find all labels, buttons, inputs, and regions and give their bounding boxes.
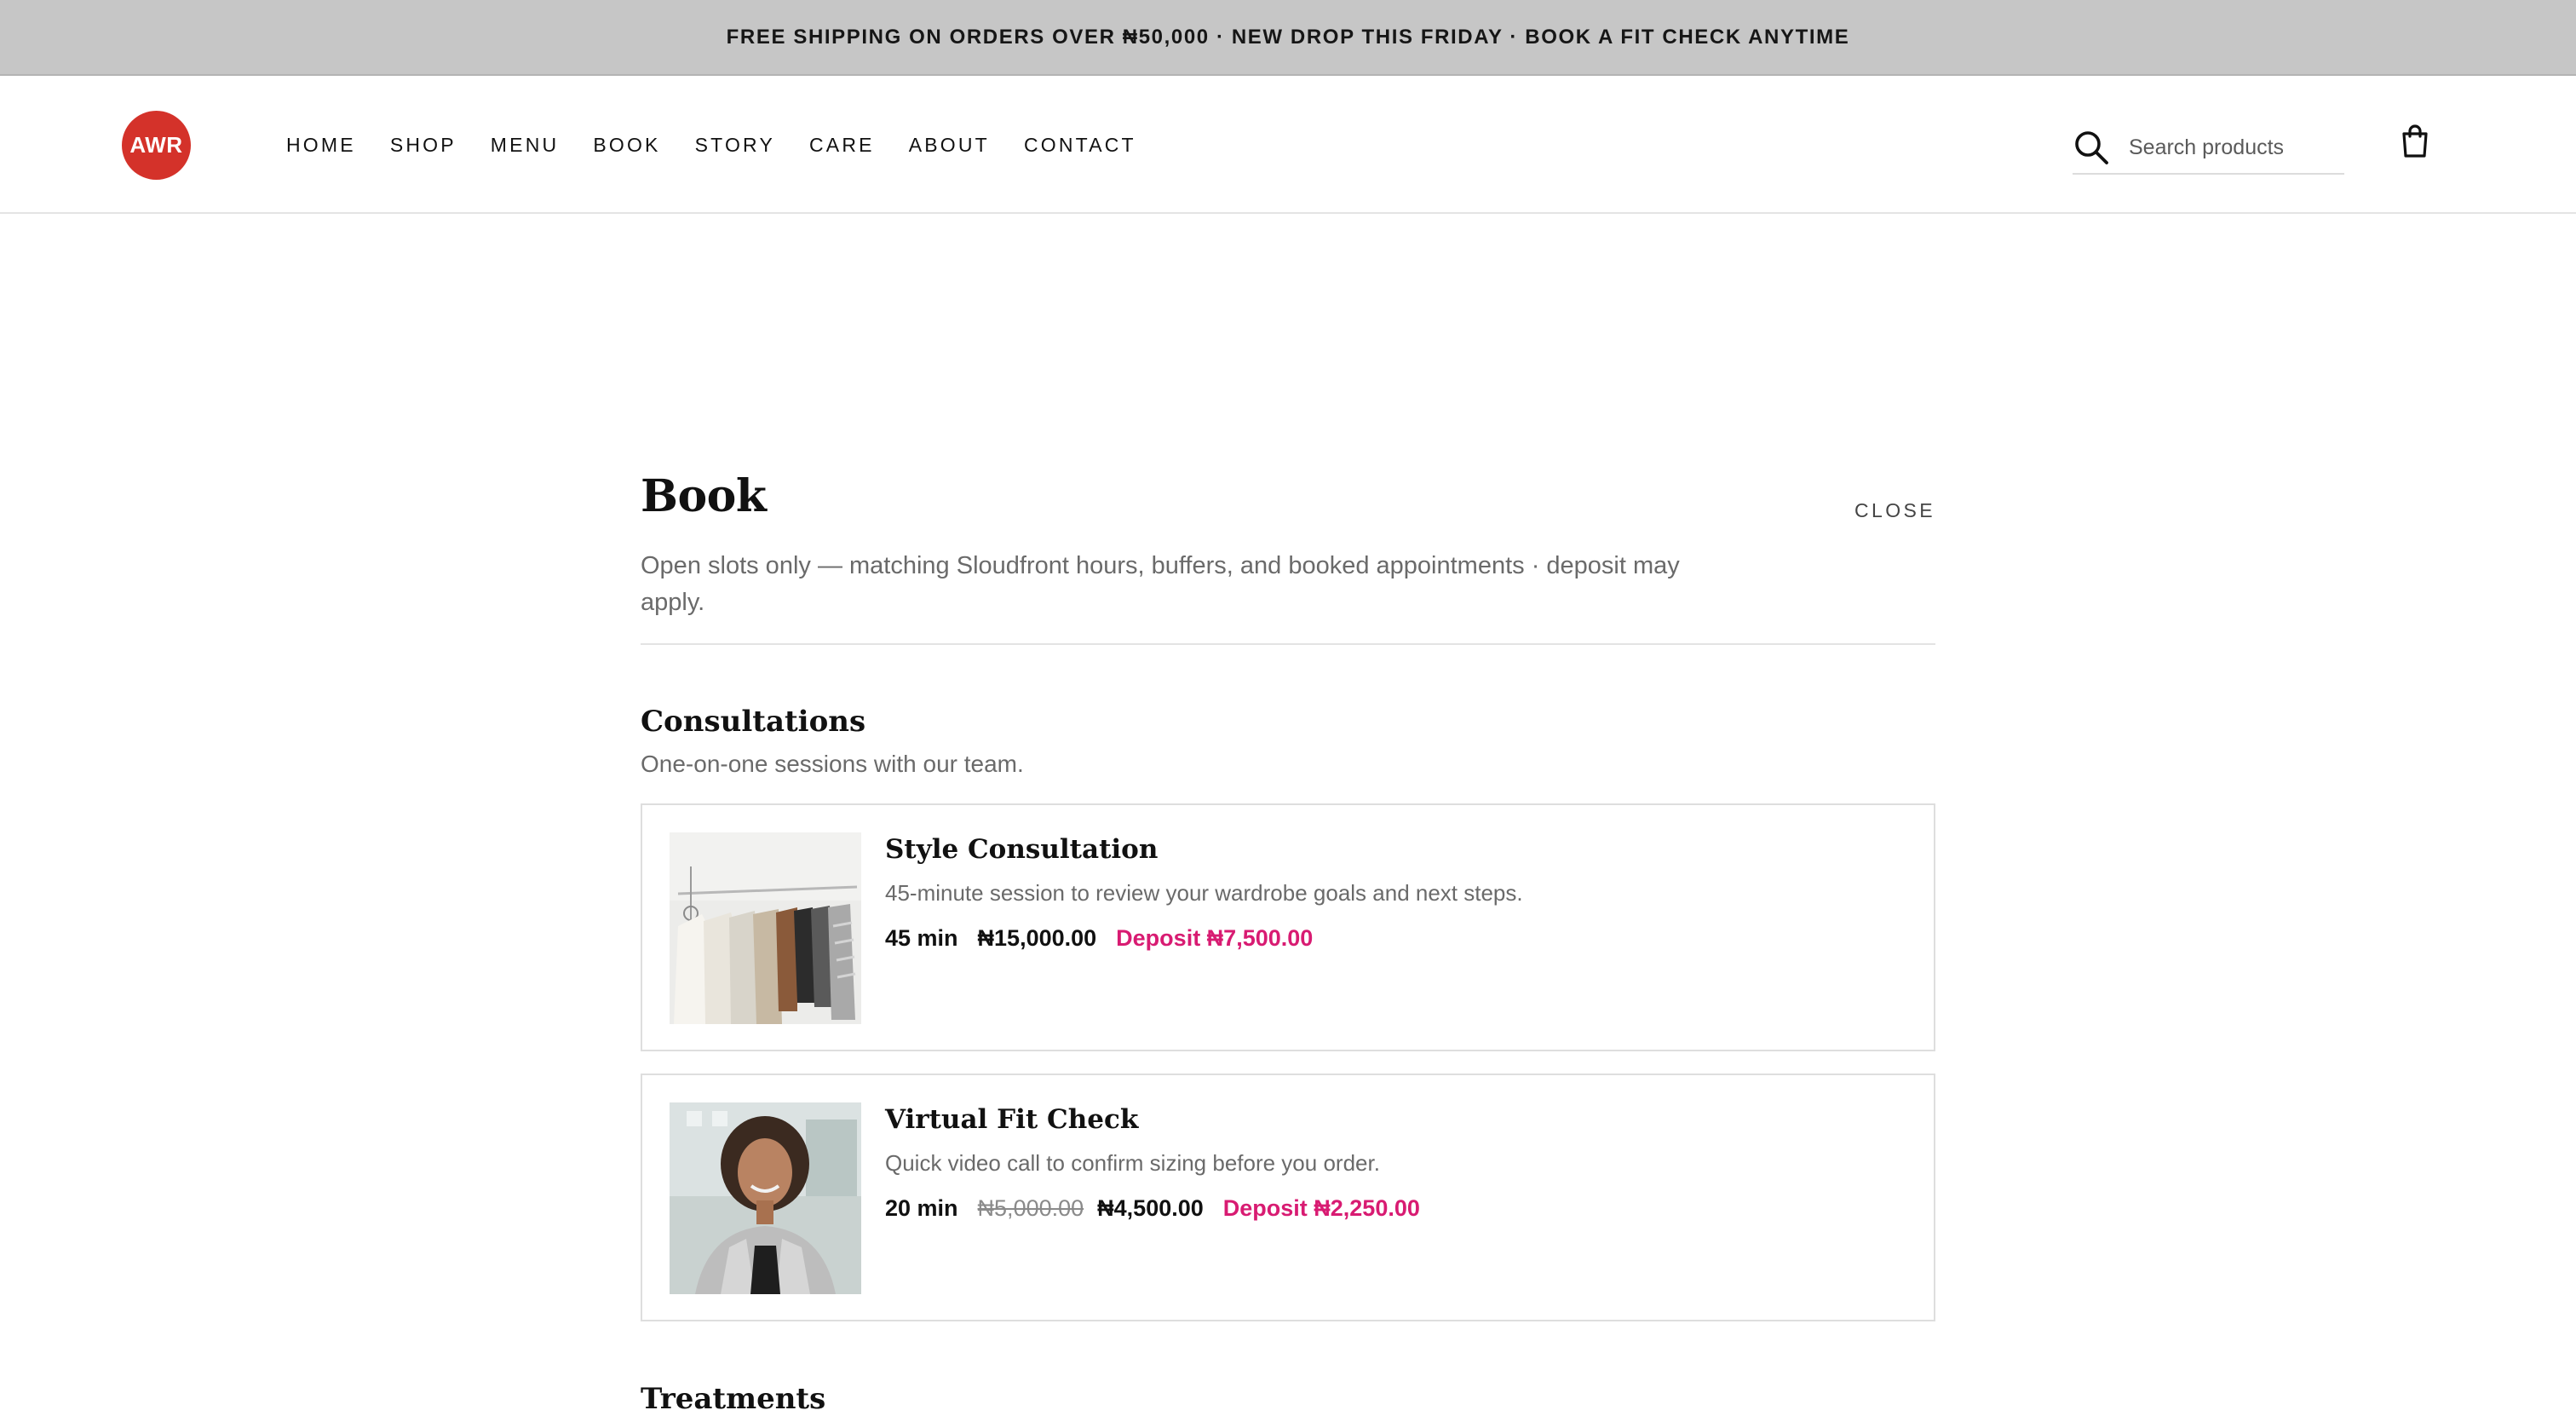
nav-care[interactable]: CARE — [809, 134, 875, 157]
service-duration: 45 min — [885, 925, 958, 951]
service-description: 45-minute session to review your wardrob… — [885, 880, 1523, 906]
page-title: Book — [641, 470, 767, 522]
service-duration: 20 min — [885, 1195, 958, 1221]
logo[interactable]: AWR — [122, 111, 191, 180]
service-meta: 45 min ₦15,000.00 Deposit ₦7,500.00 — [885, 925, 1523, 952]
search-input[interactable] — [2129, 135, 2342, 160]
service-details: Style Consultation 45-minute session to … — [885, 834, 1523, 952]
nav-story[interactable]: STORY — [695, 134, 775, 157]
search-icon[interactable] — [2073, 129, 2110, 166]
booking-subtitle: Open slots only — matching Sloudfront ho… — [641, 552, 1680, 616]
nav-menu[interactable]: MENU — [491, 134, 560, 157]
service-name: Virtual Fit Check — [885, 1104, 1139, 1135]
service-card-style-consultation[interactable]: Style Consultation 45-minute session to … — [641, 803, 1935, 1051]
nav-book[interactable]: BOOK — [593, 134, 660, 157]
site-header: AWR HOME SHOP MENU BOOK STORY CARE ABOUT… — [0, 76, 2576, 214]
nav-home[interactable]: HOME — [286, 134, 356, 157]
service-details: Virtual Fit Check Quick video call to co… — [885, 1104, 1440, 1222]
service-price: ₦15,000.00 — [977, 925, 1097, 951]
service-card-virtual-fit-check[interactable]: Virtual Fit Check Quick video call to co… — [641, 1074, 1935, 1321]
service-original-price: ₦5,000.00 — [977, 1195, 1084, 1221]
service-price: ₦4,500.00 — [1097, 1195, 1204, 1221]
search-bar — [2073, 122, 2344, 175]
service-deposit: Deposit ₦2,250.00 — [1222, 1195, 1420, 1221]
logo-text: AWR — [129, 132, 183, 158]
announcement-text: FREE SHIPPING ON ORDERS OVER ₦50,000 · N… — [726, 25, 1850, 49]
nav-shop[interactable]: SHOP — [390, 134, 457, 157]
main-nav: HOME SHOP MENU BOOK STORY CARE ABOUT CON… — [286, 76, 1170, 214]
section-subtitle: One-on-one sessions with our team. — [641, 751, 1024, 777]
service-deposit: Deposit ₦7,500.00 — [1116, 925, 1314, 951]
book-panel: Book CLOSE Open slots only — matching Sl… — [641, 470, 1935, 1321]
section-title-treatments: Treatments — [641, 1382, 826, 1416]
nav-about[interactable]: ABOUT — [909, 134, 990, 157]
service-meta: 20 min ₦5,000.00 ₦4,500.00 Deposit ₦2,25… — [885, 1195, 1440, 1222]
announcement-bar: FREE SHIPPING ON ORDERS OVER ₦50,000 · N… — [0, 0, 2576, 76]
service-name: Style Consultation — [885, 834, 1159, 865]
stylist-portrait-photo — [670, 1102, 861, 1294]
section-title-consultations: Consultations — [641, 705, 866, 739]
divider — [641, 643, 1935, 645]
clothing-rack-photo — [670, 832, 861, 1024]
service-description: Quick video call to confirm sizing befor… — [885, 1150, 1380, 1176]
close-button[interactable]: CLOSE — [1854, 499, 1935, 522]
shopping-bag-icon[interactable] — [2396, 122, 2434, 159]
nav-contact[interactable]: CONTACT — [1024, 134, 1136, 157]
